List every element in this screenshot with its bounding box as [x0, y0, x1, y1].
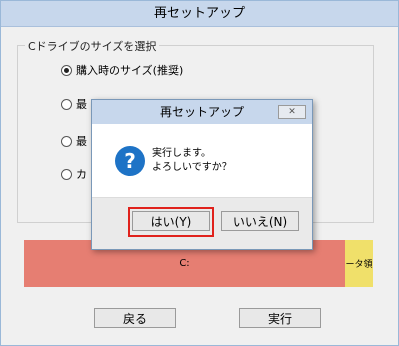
radio-purchase-size[interactable]: 購入時のサイズ(推奨) [61, 62, 183, 78]
dialog-message-line2: よろしいですか？ [152, 162, 232, 173]
radio-button[interactable] [61, 98, 72, 110]
window-title: 再セットアップ [1, 1, 398, 27]
dialog-body: ? 実行します。 よろしいですか？ [92, 124, 312, 197]
execute-button[interactable]: 実行 [239, 308, 321, 328]
radio-label: 最 [76, 98, 87, 111]
no-button[interactable]: いいえ(N) [221, 211, 299, 231]
setup-window: 再セットアップ Cドライブのサイズを選択 購入時のサイズ(推奨) 最 最 カ C… [0, 0, 399, 346]
radio-label: 購入時のサイズ(推奨) [76, 64, 184, 77]
dialog-message-line1: 実行します。 [152, 148, 211, 159]
radio-option-custom[interactable]: カ [61, 166, 87, 182]
group-label: Cドライブのサイズを選択 [25, 38, 160, 54]
dialog-footer: はい(Y) いいえ(N) [92, 197, 312, 249]
radio-button[interactable] [61, 135, 72, 147]
recovery-partition: ータ領 [345, 240, 373, 287]
radio-button-checked[interactable] [61, 64, 72, 76]
back-button[interactable]: 戻る [94, 308, 176, 328]
confirm-dialog: 再セットアップ ✕ ? 実行します。 よろしいですか？ はい(Y) いいえ(N) [91, 99, 313, 250]
close-icon[interactable]: ✕ [278, 105, 306, 119]
question-icon: ? [115, 146, 145, 176]
radio-label: カ [76, 168, 87, 181]
yes-button[interactable]: はい(Y) [132, 211, 210, 231]
radio-button[interactable] [61, 168, 72, 180]
radio-label: 最 [76, 135, 87, 148]
radio-option-2[interactable]: 最 [61, 96, 87, 112]
radio-option-3[interactable]: 最 [61, 133, 87, 149]
